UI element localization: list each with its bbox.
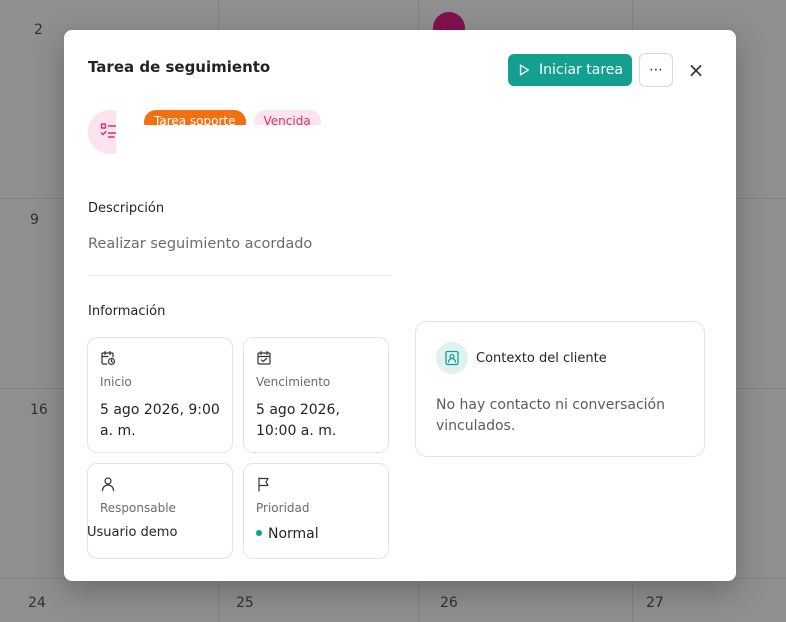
client-context-text: No hay contacto ni conversación vinculad… [436,397,665,434]
owner-card: Responsable Usuario demo [87,463,233,559]
client-context-card: Contexto del cliente No hay contacto ni … [415,321,705,457]
task-type-badge: Tarea soporte [144,110,246,125]
ellipsis-icon: ⋯ [649,62,663,78]
more-options-button[interactable]: ⋯ [639,53,673,87]
start-date-value: 5 ago 2026, 9:00 a. m. [100,402,220,439]
owner-label: Responsable [100,501,176,515]
task-badges: Tarea soporte Vencida [144,110,321,125]
user-icon [101,477,115,492]
task-detail-modal: Tarea de seguimiento Iniciar tarea ⋯ × T… [64,30,736,581]
contact-card-icon [445,350,459,366]
priority-value-row: Normal [256,524,381,545]
due-date-card: Vencimiento 5 ago 2026, 10:00 a. m. [243,337,389,453]
section-divider [88,275,392,276]
calendar-check-icon [257,350,271,365]
status-badge: Vencida [253,110,321,125]
owner-value: Usuario demo [87,525,178,540]
priority-label: Prioridad [256,501,310,515]
information-label: Información [88,304,166,319]
priority-dot [256,530,262,536]
play-icon [519,64,530,76]
close-icon: × [687,58,705,82]
flag-icon [258,477,269,492]
start-date-label: Inicio [100,375,132,389]
start-task-label: Iniciar tarea [539,62,623,78]
priority-card: Prioridad Normal [243,463,389,559]
client-context-title: Contexto del cliente [476,351,607,366]
avatar-clip [116,110,132,154]
client-context-icon-wrap [436,342,468,374]
description-label: Descripción [88,201,165,216]
calendar-clock-icon [101,350,116,366]
start-task-button[interactable]: Iniciar tarea [508,54,632,86]
description-text: Realizar seguimiento acordado [88,236,313,252]
task-type-avatar [88,110,132,154]
due-date-label: Vencimiento [256,375,331,389]
priority-value: Normal [268,526,319,542]
close-button[interactable]: × [684,58,708,82]
task-title: Tarea de seguimiento [88,58,271,76]
start-date-card: Inicio 5 ago 2026, 9:00 a. m. [87,337,233,453]
due-date-value: 5 ago 2026, 10:00 a. m. [256,402,340,439]
